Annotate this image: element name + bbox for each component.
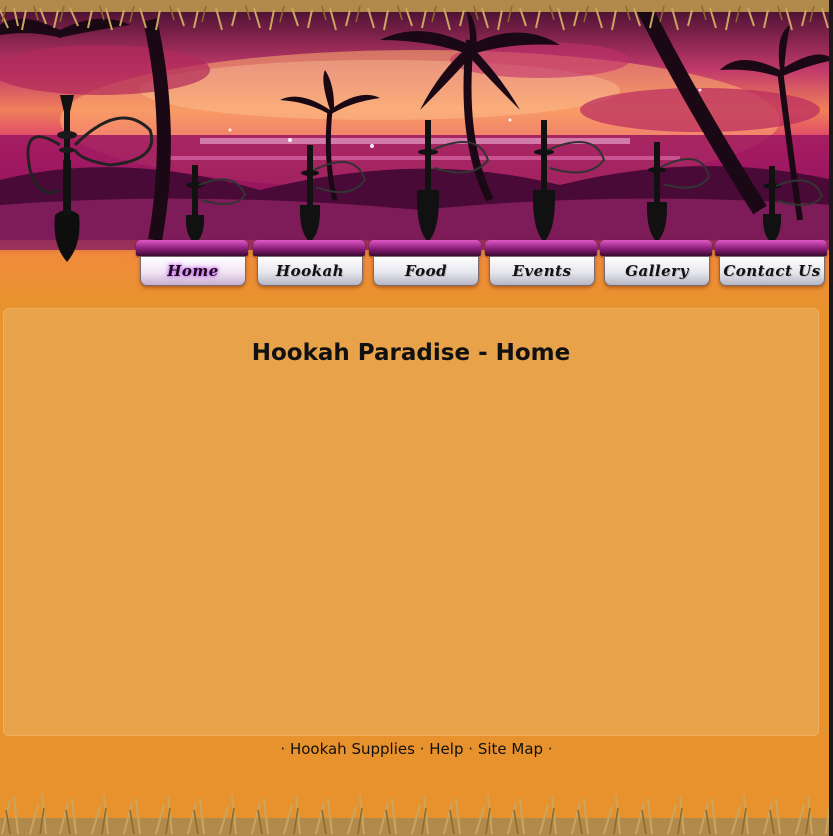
nav-tab-home[interactable]: Home xyxy=(136,240,248,288)
nav-tab-plate: Food xyxy=(373,256,479,286)
nav-tab-cap xyxy=(485,240,597,256)
nav-tab-cap xyxy=(369,240,481,256)
page: Home Hookah Food Events Gallery Contact … xyxy=(0,0,833,836)
nav-tab-contact-us[interactable]: Contact Us xyxy=(715,240,827,288)
nav-tab-cap xyxy=(253,240,365,256)
nav-tab-plate: Home xyxy=(140,256,246,286)
footer-separator: · xyxy=(547,740,553,758)
page-edge xyxy=(829,0,833,836)
footer-link-help[interactable]: Help xyxy=(429,740,463,758)
footer-link-hookah-supplies[interactable]: Hookah Supplies xyxy=(290,740,415,758)
nav-tab-food[interactable]: Food xyxy=(369,240,481,288)
nav-tab-label: Hookah xyxy=(275,262,345,280)
page-title: Hookah Paradise - Home xyxy=(251,340,571,366)
nav-tab-cap xyxy=(136,240,248,256)
nav-tab-cap xyxy=(715,240,827,256)
footer-separator: · xyxy=(468,740,474,758)
nav-tab-plate: Events xyxy=(489,256,595,286)
nav-tab-cap xyxy=(600,240,712,256)
grass-border-bottom xyxy=(0,793,833,836)
nav-tab-plate: Contact Us xyxy=(719,256,825,286)
nav-tab-plate: Hookah xyxy=(257,256,363,286)
nav-tab-hookah[interactable]: Hookah xyxy=(253,240,365,288)
footer-separator: · xyxy=(280,740,286,758)
footer-link-site-map[interactable]: Site Map xyxy=(478,740,543,758)
content-panel: Hookah Paradise - Home xyxy=(3,308,819,736)
header-banner: Home Hookah Food Events Gallery Contact … xyxy=(0,0,833,300)
nav-tab-events[interactable]: Events xyxy=(485,240,597,288)
nav-tab-label: Food xyxy=(404,262,448,280)
nav-tab-label: Contact Us xyxy=(723,262,821,280)
nav-tab-label: Gallery xyxy=(625,262,689,280)
footer-links: · Hookah Supplies · Help · Site Map · xyxy=(0,740,833,758)
main-nav: Home Hookah Food Events Gallery Contact … xyxy=(136,240,830,290)
nav-tab-plate: Gallery xyxy=(604,256,710,286)
nav-tab-label: Events xyxy=(512,262,572,280)
footer-separator: · xyxy=(419,740,425,758)
nav-tab-label: Home xyxy=(167,262,219,280)
nav-tab-gallery[interactable]: Gallery xyxy=(600,240,712,288)
